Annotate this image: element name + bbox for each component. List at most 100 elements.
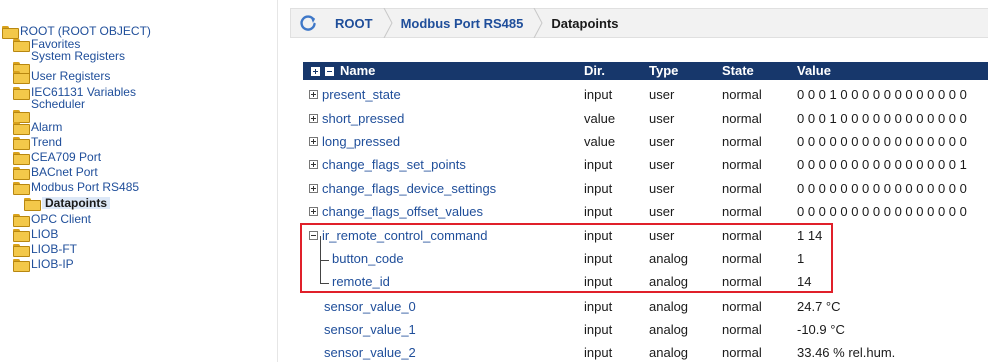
datapoint-state: normal: [722, 299, 762, 314]
datapoint-type: user: [649, 181, 675, 196]
collapse-icon[interactable]: [309, 231, 318, 240]
table-row[interactable]: present_state input user normal 0 0 0 1 …: [303, 83, 988, 106]
table-row[interactable]: change_flags_set_points input user norma…: [303, 153, 988, 176]
folder-icon: [13, 243, 30, 257]
tree-item-scheduler[interactable]: Scheduler: [13, 98, 85, 123]
datapoint-value: 0 0 0 0 0 0 0 0 0 0 0 0 0 0 0 1: [797, 157, 967, 172]
tree-item-cea709-port[interactable]: CEA709 Port: [13, 150, 102, 165]
tree-item-user-registers[interactable]: User Registers: [13, 70, 110, 84]
datapoint-type: analog: [649, 345, 689, 360]
expand-all-icon[interactable]: [311, 67, 320, 76]
collapse-all-icon[interactable]: [325, 67, 334, 76]
expand-icon[interactable]: [309, 160, 318, 169]
tree-item-liob[interactable]: LIOB: [13, 228, 58, 242]
tree-item-trend[interactable]: Trend: [13, 135, 62, 150]
column-header-name[interactable]: Name: [340, 62, 375, 80]
folder-icon: [2, 25, 19, 39]
datapoint-value: 0 0 0 0 0 0 0 0 0 0 0 0 0 0 0 0: [797, 134, 967, 149]
datapoint-state: normal: [722, 87, 762, 102]
datapoint-state: normal: [722, 228, 762, 243]
datapoint-type: user: [649, 111, 675, 126]
breadcrumb-item-datapoints: Datapoints: [551, 15, 619, 31]
folder-icon: [13, 70, 30, 84]
refresh-icon[interactable]: [297, 12, 319, 34]
table-row[interactable]: change_flags_device_settings input user …: [303, 177, 988, 200]
datapoint-name[interactable]: remote_id: [332, 274, 390, 289]
datapoint-dir: input: [584, 299, 613, 314]
datapoint-state: normal: [722, 111, 762, 126]
datapoint-name[interactable]: change_flags_offset_values: [322, 204, 483, 219]
table-row[interactable]: sensor_value_2 input analog normal 33.46…: [303, 341, 988, 362]
datapoint-name[interactable]: sensor_value_2: [324, 345, 416, 360]
datapoint-value: 0 0 0 1 0 0 0 0 0 0 0 0 0 0 0 0: [797, 111, 967, 126]
table-row[interactable]: ir_remote_control_command input user nor…: [303, 224, 988, 247]
folder-icon: [13, 136, 30, 150]
expand-icon[interactable]: [309, 90, 318, 99]
datapoint-name[interactable]: change_flags_set_points: [322, 157, 466, 172]
datapoint-name[interactable]: change_flags_device_settings: [322, 181, 496, 196]
expand-icon[interactable]: [309, 184, 318, 193]
datapoint-state: normal: [722, 345, 762, 360]
column-header-dir[interactable]: Dir.: [584, 62, 605, 80]
datapoint-type: user: [649, 204, 675, 219]
tree-item-root[interactable]: ROOT (ROOT OBJECT): [2, 24, 151, 39]
datapoint-name[interactable]: long_pressed: [322, 134, 400, 149]
datapoint-dir: input: [584, 181, 613, 196]
tree-item-opc-client[interactable]: OPC Client: [13, 213, 91, 227]
table-row[interactable]: change_flags_offset_values input user no…: [303, 200, 988, 223]
datapoint-state: normal: [722, 134, 762, 149]
column-header-type[interactable]: Type: [649, 62, 678, 80]
datapoint-dir: value: [584, 111, 616, 126]
column-header-value[interactable]: Value: [797, 62, 831, 80]
datapoint-value: 1: [797, 251, 805, 266]
datapoint-value: 0 0 0 0 0 0 0 0 0 0 0 0 0 0 0 0: [797, 181, 967, 196]
tree-item-datapoints[interactable]: Datapoints: [24, 197, 111, 211]
tree-item-label: Alarm: [31, 120, 63, 134]
folder-icon: [13, 121, 30, 135]
tree-item-label: Trend: [31, 135, 62, 149]
navigation-tree: ROOT (ROOT OBJECT) Favorites System Regi…: [0, 0, 278, 362]
tree-item-bacnet-port[interactable]: BACnet Port: [13, 166, 98, 180]
datapoint-dir: input: [584, 322, 613, 337]
column-header-state[interactable]: State: [722, 62, 754, 80]
datapoint-value: -10.9 °C: [797, 322, 845, 337]
datapoint-name[interactable]: ir_remote_control_command: [322, 228, 487, 243]
datapoint-dir: input: [584, 87, 613, 102]
datapoint-state: normal: [722, 157, 762, 172]
datapoint-name[interactable]: button_code: [332, 251, 404, 266]
table-row[interactable]: short_pressed value user normal 0 0 0 1 …: [303, 107, 988, 130]
datapoint-name[interactable]: short_pressed: [322, 111, 404, 126]
folder-icon: [13, 181, 30, 195]
tree-item-alarm[interactable]: Alarm: [13, 120, 63, 135]
tree-item-liob-ft[interactable]: LIOB-FT: [13, 243, 77, 257]
datapoint-dir: input: [584, 228, 613, 243]
datapoint-name[interactable]: sensor_value_0: [324, 299, 416, 314]
table-row[interactable]: sensor_value_1 input analog normal -10.9…: [303, 318, 988, 341]
table-row[interactable]: long_pressed value user normal 0 0 0 0 0…: [303, 130, 988, 153]
datapoint-dir: input: [584, 274, 613, 289]
table-row[interactable]: sensor_value_0 input analog normal 24.7 …: [303, 295, 988, 318]
tree-item-liob-ip[interactable]: LIOB-IP: [13, 258, 74, 272]
datapoint-dir: input: [584, 204, 613, 219]
table-row[interactable]: remote_id input analog normal 14: [303, 270, 988, 293]
table-row[interactable]: button_code input analog normal 1: [303, 247, 988, 270]
datapoint-dir: input: [584, 157, 613, 172]
folder-icon: [24, 197, 41, 211]
table-header: Name Dir. Type State Value: [303, 62, 988, 80]
datapoint-state: normal: [722, 274, 762, 289]
folder-icon: [13, 213, 30, 227]
breadcrumb-item-modbus[interactable]: Modbus Port RS485: [393, 8, 534, 38]
tree-item-modbus-port-rs485[interactable]: Modbus Port RS485: [13, 181, 139, 195]
tree-item-label: CEA709 Port: [31, 150, 102, 164]
tree-item-label: ROOT (ROOT OBJECT): [20, 24, 151, 38]
datapoint-state: normal: [722, 251, 762, 266]
datapoint-type: user: [649, 134, 675, 149]
datapoint-name[interactable]: sensor_value_1: [324, 322, 416, 337]
expand-icon[interactable]: [309, 207, 318, 216]
datapoint-name[interactable]: present_state: [322, 87, 401, 102]
breadcrumb-item-root[interactable]: ROOT: [327, 8, 383, 38]
expand-icon[interactable]: [309, 114, 318, 123]
datapoint-type: analog: [649, 322, 689, 337]
expand-icon[interactable]: [309, 137, 318, 146]
folder-icon: [13, 86, 30, 100]
